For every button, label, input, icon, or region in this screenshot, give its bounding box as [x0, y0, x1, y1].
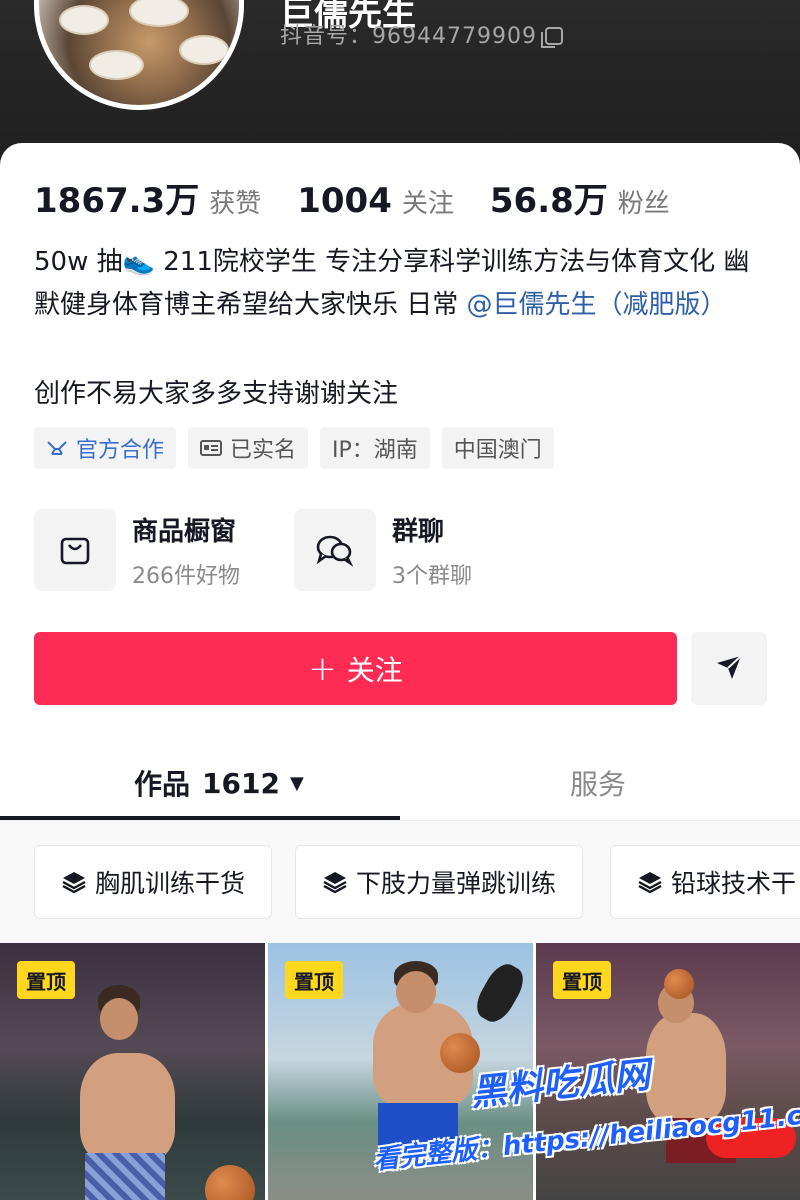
tag-location: 中国澳门: [441, 427, 554, 469]
collection-chip[interactable]: 胸肌训练干货: [34, 845, 273, 919]
stat-following[interactable]: 1004 关注: [297, 181, 454, 221]
chat-bubbles-icon: [294, 509, 376, 591]
head-shape: [100, 998, 138, 1040]
layers-icon: [61, 869, 87, 895]
collection-chip[interactable]: 铅球技术干: [610, 845, 800, 919]
tab-works[interactable]: 作品 1612 ▼: [134, 743, 304, 823]
profile-tags: 官方合作 已实名 IP：湖南 中国澳门: [34, 427, 554, 469]
bio-line-2: 创作不易大家多多支持谢谢关注: [34, 379, 399, 409]
player-figure: [80, 1053, 175, 1163]
collection-label: 胸肌训练干货: [95, 869, 246, 898]
stat-value: 1867.3万: [34, 181, 200, 221]
caret-down-icon: ▼: [289, 772, 304, 794]
tag-label: IP：湖南: [332, 438, 418, 463]
feature-subtitle: 266件好物: [132, 563, 240, 589]
layers-icon: [322, 869, 348, 895]
works-count: 1612: [202, 766, 280, 800]
bio: 50w 抽👟 211院校学生 专注分享科学训练方法与体育文化 幽默健身体育博主希…: [34, 241, 774, 327]
plus-icon: +: [308, 648, 337, 689]
feature-title: 商品橱窗: [132, 516, 237, 547]
basketball-icon: [664, 969, 694, 999]
avatar[interactable]: [34, 0, 244, 110]
pinned-badge: 置顶: [17, 961, 75, 999]
id-card-icon: [200, 437, 223, 459]
douyin-id[interactable]: 抖音号：96944779909: [280, 18, 563, 50]
collection-chip[interactable]: 下肢力量弹跳训练: [295, 845, 584, 919]
pinned-badge: 置顶: [553, 961, 611, 999]
douyin-id-text: 抖音号：96944779909: [280, 24, 537, 49]
layers-icon: [637, 869, 663, 895]
send-arrow-icon: [714, 652, 744, 686]
tag-verified[interactable]: 已实名: [188, 427, 309, 469]
tab-label: 服务: [570, 768, 627, 801]
pinned-badge: 置顶: [285, 961, 343, 999]
feature-title: 群聊: [392, 516, 445, 547]
follow-label: 关注: [346, 653, 403, 687]
tag-label: 官方合作: [76, 438, 165, 463]
feature-subtitle: 3个群聊: [392, 563, 472, 589]
shopping-bag-icon: [34, 509, 116, 591]
tag-ip: IP：湖南: [320, 427, 430, 469]
feature-group-chat[interactable]: 群聊 3个群聊: [294, 509, 472, 591]
share-button[interactable]: [691, 632, 767, 705]
stat-value: 1004: [297, 181, 392, 221]
stat-label: 粉丝: [617, 189, 670, 219]
collection-chips: 胸肌训练干货 下肢力量弹跳训练 铅球技术干: [0, 821, 800, 943]
stats-row: 1867.3万 获赞 1004 关注 56.8万 粉丝: [34, 173, 706, 222]
video-thumbnail[interactable]: 置顶: [0, 943, 265, 1200]
feature-entries: 商品橱窗 266件好物 群聊 3个群聊: [34, 509, 472, 591]
collection-label: 下肢力量弹跳训练: [356, 869, 557, 898]
stat-label: 关注: [401, 189, 454, 219]
tab-label: 作品: [134, 768, 191, 801]
bio-mention-link[interactable]: @巨儒先生（减肥版）: [467, 290, 727, 320]
collection-label: 铅球技术干: [671, 869, 797, 898]
stat-followers[interactable]: 56.8万 粉丝: [490, 173, 670, 222]
handshake-icon: [46, 437, 68, 459]
tag-label: 已实名: [230, 438, 297, 463]
profile-card: 1867.3万 获赞 1004 关注 56.8万 粉丝 50w 抽👟 211院校…: [0, 143, 800, 1200]
tag-official-cooperation[interactable]: 官方合作: [34, 427, 177, 469]
stat-value: 56.8万: [489, 181, 608, 221]
stat-label: 获赞: [209, 189, 262, 219]
content-tabs: 作品 1612 ▼ 服务: [0, 743, 800, 823]
head-shape: [396, 971, 436, 1013]
flying-shoe: [470, 958, 530, 1028]
copy-icon[interactable]: [540, 27, 563, 48]
tag-label: 中国澳门: [453, 438, 542, 463]
checkered-pants: [85, 1153, 165, 1200]
stat-likes[interactable]: 1867.3万 获赞: [34, 173, 261, 222]
basketball-icon: [205, 1165, 255, 1200]
tab-service[interactable]: 服务: [570, 743, 626, 823]
follow-button[interactable]: + 关注: [34, 632, 677, 705]
feature-shop-window[interactable]: 商品橱窗 266件好物: [34, 509, 240, 591]
